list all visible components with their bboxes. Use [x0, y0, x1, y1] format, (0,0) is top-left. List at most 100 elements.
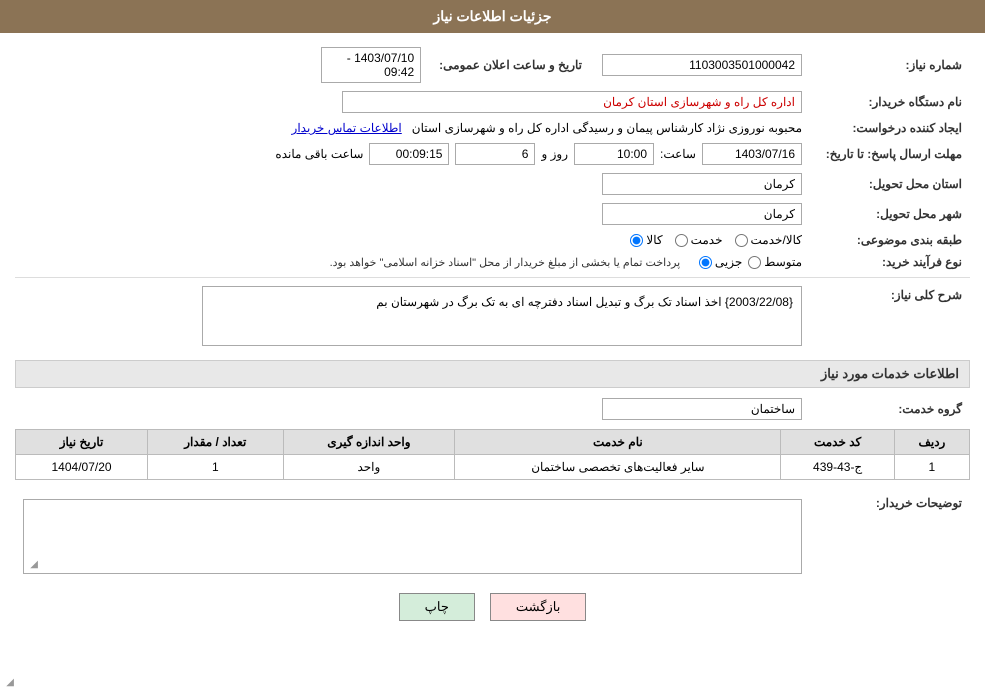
purchase-note: پرداخت تمام یا بخشی از مبلغ خریدار از مح…: [330, 256, 681, 269]
th-name: نام خدمت: [455, 430, 781, 455]
purchase-type-row: نوع فرآیند خرید: متوسط جزیی پرداخت تمام …: [15, 251, 970, 273]
page-title: جزئیات اطلاعات نیاز: [433, 8, 551, 24]
td-code: ج-43-439: [781, 455, 894, 480]
table-row: 1ج-43-439سایر فعالیت‌های تخصصی ساختمانوا…: [16, 455, 970, 480]
th-row: ردیف: [894, 430, 969, 455]
category-label: طبقه بندی موضوعی:: [810, 229, 970, 251]
creator-link[interactable]: اطلاعات تماس خریدار: [292, 121, 402, 135]
buyer-org-value: اداره کل راه و شهرسازی استان کرمان: [15, 87, 810, 117]
purchase-type-label: نوع فرآیند خرید:: [810, 251, 970, 273]
td-qty: 1: [148, 455, 283, 480]
deadline-remaining-label: ساعت باقی مانده: [275, 147, 363, 161]
deadline-date-field: 1403/07/16: [702, 143, 802, 165]
th-code: کد خدمت: [781, 430, 894, 455]
radio-khedmat-input[interactable]: [675, 234, 688, 247]
buyer-notes-value: ◢: [15, 490, 810, 578]
motavasset-label: متوسط: [764, 255, 802, 269]
info-table: شماره نیاز: 1103003501000042 تاریخ و ساع…: [15, 43, 970, 273]
creator-value: محبوبه نوروزی نژاد کارشناس پیمان و رسیدگ…: [15, 117, 810, 139]
deadline-days-field: 6: [455, 143, 535, 165]
request-number-value: 1103003501000042: [590, 43, 810, 87]
buyer-notes-table: توضیحات خریدار: ◢: [15, 490, 970, 578]
buyer-org-field: اداره کل راه و شهرسازی استان کرمان: [342, 91, 802, 113]
deadline-label: مهلت ارسال پاسخ: تا تاریخ:: [810, 139, 970, 169]
th-date: تاریخ نیاز: [16, 430, 148, 455]
description-value: {2003/22/08} اخذ اسناد تک برگ و تبدیل اس…: [15, 282, 810, 350]
description-label: شرح کلی نیاز:: [810, 282, 970, 350]
city-field: کرمان: [602, 203, 802, 225]
service-group-label: گروه خدمت:: [810, 394, 970, 424]
deadline-row: مهلت ارسال پاسخ: تا تاریخ: 1403/07/16 سا…: [15, 139, 970, 169]
radio-kala-khedmat-input[interactable]: [735, 234, 748, 247]
purchase-type-value: متوسط جزیی پرداخت تمام یا بخشی از مبلغ خ…: [15, 251, 810, 273]
province-row: استان محل تحویل: کرمان: [15, 169, 970, 199]
buyer-notes-textarea[interactable]: [24, 500, 801, 570]
province-label: استان محل تحویل:: [810, 169, 970, 199]
buyer-org-row: نام دستگاه خریدار: اداره کل راه و شهرساز…: [15, 87, 970, 117]
creator-text: محبوبه نوروزی نژاد کارشناس پیمان و رسیدگ…: [412, 121, 802, 135]
deadline-inline: 1403/07/16 ساعت: 10:00 روز و 6 00:09:15 …: [23, 143, 802, 165]
service-group-value: ساختمان: [15, 394, 810, 424]
kala-khedmat-label: کالا/خدمت: [751, 233, 802, 247]
creator-row: ایجاد کننده درخواست: محبوبه نوروزی نژاد …: [15, 117, 970, 139]
services-table-body: 1ج-43-439سایر فعالیت‌های تخصصی ساختمانوا…: [16, 455, 970, 480]
service-group-field: ساختمان: [602, 398, 802, 420]
radio-kala-khedmat[interactable]: کالا/خدمت: [735, 233, 802, 247]
services-header-row: ردیف کد خدمت نام خدمت واحد اندازه گیری ت…: [16, 430, 970, 455]
resize-handle[interactable]: ◢: [2, 677, 14, 689]
separator-1: [15, 277, 970, 278]
request-number-row: شماره نیاز: 1103003501000042 تاریخ و ساع…: [15, 43, 970, 87]
service-group-table: گروه خدمت: ساختمان: [15, 394, 970, 424]
radio-kala-input[interactable]: [630, 234, 643, 247]
main-content: شماره نیاز: 1103003501000042 تاریخ و ساع…: [0, 33, 985, 646]
services-table-head: ردیف کد خدمت نام خدمت واحد اندازه گیری ت…: [16, 430, 970, 455]
deadline-time-field: 10:00: [574, 143, 654, 165]
deadline-value: 1403/07/16 ساعت: 10:00 روز و 6 00:09:15 …: [15, 139, 810, 169]
back-button[interactable]: بازگشت: [490, 593, 586, 621]
request-number-field: 1103003501000042: [602, 54, 802, 76]
radio-khedmat[interactable]: خدمت: [675, 233, 723, 247]
services-section-title: اطلاعات خدمات مورد نیاز: [15, 360, 970, 388]
buyer-notes-label: توضیحات خریدار:: [810, 490, 970, 578]
th-qty: تعداد / مقدار: [148, 430, 283, 455]
description-table: شرح کلی نیاز: {2003/22/08} اخذ اسناد تک …: [15, 282, 970, 350]
radio-jozii[interactable]: جزیی: [699, 255, 742, 269]
creator-label: ایجاد کننده درخواست:: [810, 117, 970, 139]
province-field: کرمان: [602, 173, 802, 195]
services-section: اطلاعات خدمات مورد نیاز گروه خدمت: ساختم…: [15, 360, 970, 480]
request-number-label: شماره نیاز:: [810, 43, 970, 87]
city-value: کرمان: [15, 199, 810, 229]
category-radio-group: کالا/خدمت خدمت کالا: [630, 233, 802, 247]
description-row: شرح کلی نیاز: {2003/22/08} اخذ اسناد تک …: [15, 282, 970, 350]
td-date: 1404/07/20: [16, 455, 148, 480]
kala-label: کالا: [646, 233, 662, 247]
province-value: کرمان: [15, 169, 810, 199]
buyer-notes-row: توضیحات خریدار: ◢: [15, 490, 970, 578]
category-row: طبقه بندی موضوعی: کالا/خدمت خدمت کالا: [15, 229, 970, 251]
td-unit: واحد: [283, 455, 455, 480]
services-table: ردیف کد خدمت نام خدمت واحد اندازه گیری ت…: [15, 429, 970, 480]
city-row: شهر محل تحویل: کرمان: [15, 199, 970, 229]
page-header: جزئیات اطلاعات نیاز: [0, 0, 985, 33]
radio-motavasset-input[interactable]: [748, 256, 761, 269]
print-button[interactable]: چاپ: [399, 593, 475, 621]
page-container: جزئیات اطلاعات نیاز شماره نیاز: 11030035…: [0, 0, 985, 691]
deadline-day-label: روز و: [541, 147, 568, 161]
buttons-row: بازگشت چاپ: [15, 578, 970, 636]
description-text: {2003/22/08} اخذ اسناد تک برگ و تبدیل اس…: [376, 295, 793, 309]
td-row: 1: [894, 455, 969, 480]
service-group-row: گروه خدمت: ساختمان: [15, 394, 970, 424]
radio-motavasset[interactable]: متوسط: [748, 255, 802, 269]
buyer-notes-area: ◢: [23, 499, 802, 574]
buyer-org-label: نام دستگاه خریدار:: [810, 87, 970, 117]
radio-jozii-input[interactable]: [699, 256, 712, 269]
deadline-time-label: ساعت:: [660, 147, 696, 161]
purchase-type-inline: متوسط جزیی پرداخت تمام یا بخشی از مبلغ خ…: [23, 255, 802, 269]
city-label: شهر محل تحویل:: [810, 199, 970, 229]
radio-kala[interactable]: کالا: [630, 233, 662, 247]
announce-field: 1403/07/10 - 09:42: [321, 47, 421, 83]
announce-label: تاریخ و ساعت اعلان عمومی:: [429, 43, 590, 87]
notes-resize-handle[interactable]: ◢: [26, 559, 38, 571]
td-name: سایر فعالیت‌های تخصصی ساختمان: [455, 455, 781, 480]
category-value: کالا/خدمت خدمت کالا: [15, 229, 810, 251]
